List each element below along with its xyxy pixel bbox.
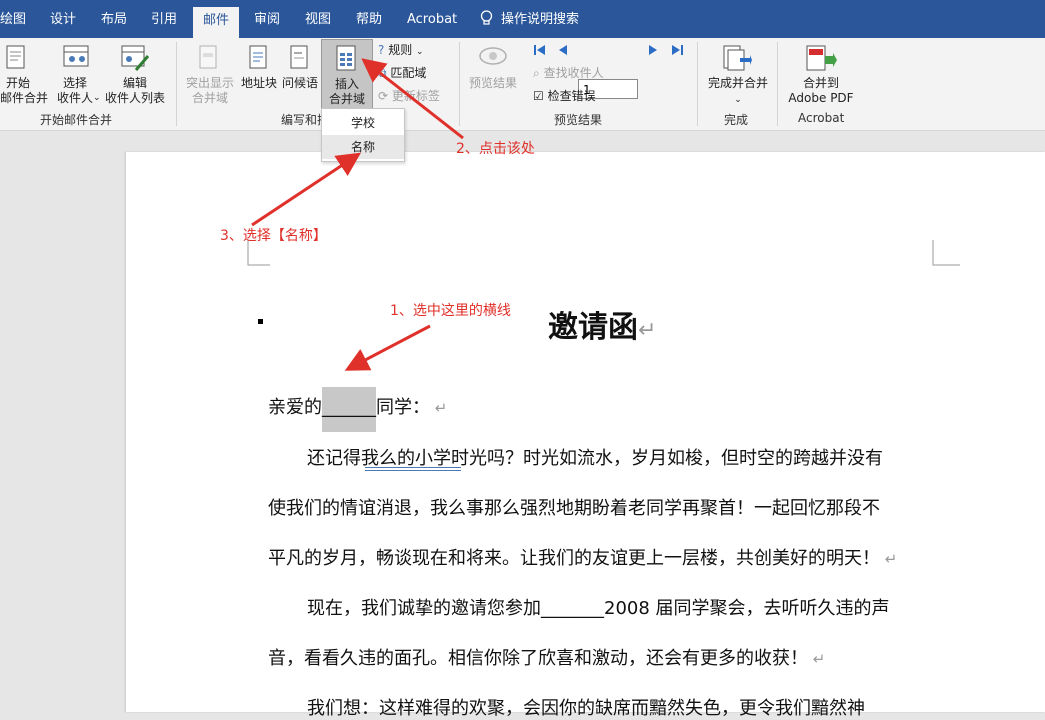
chevron-down-icon: ⌄ xyxy=(416,47,424,57)
find-icon: ⌕ xyxy=(533,66,540,80)
tab-references[interactable]: 引用 xyxy=(151,0,177,38)
highlight-fields-icon xyxy=(198,44,220,76)
paragraph-line: 我们想：这样难得的欢聚，会因你的缺席而黯然失色，更令我们黯然神 xyxy=(307,698,865,719)
chevron-down-icon: ⌄ xyxy=(93,93,101,103)
preview-results-icon xyxy=(478,44,508,74)
merge-field-dropdown: 学校 名称 xyxy=(321,108,405,162)
tab-view[interactable]: 视图 xyxy=(305,0,331,38)
paragraph-line: 音，看看久违的面孔。相信你除了欣喜和激动，还会有更多的收获！ ↵ xyxy=(268,648,826,669)
group-label-start: 开始邮件合并 xyxy=(40,113,113,127)
paragraph-line: 平凡的岁月，畅谈现在和将来。让我们的友谊更上一层楼，共创美好的明天！ ↵ xyxy=(268,548,898,569)
document-title: 邀请函↵ xyxy=(548,310,657,345)
lightbulb-icon xyxy=(480,0,493,40)
match-fields-button[interactable]: ⧉ 匹配域 xyxy=(378,66,426,81)
select-recipients-icon xyxy=(62,44,92,78)
preview-results-button[interactable]: 预览结果 xyxy=(466,76,520,91)
ribbon-tab-bar: 绘图 设计 布局 引用 邮件 审阅 视图 帮助 Acrobat 操作说明搜索 xyxy=(0,0,1045,38)
annotation-step1: 1、选中这里的横线 xyxy=(390,303,511,319)
salutation-line: 亲爱的______同学： ↵ xyxy=(268,387,447,432)
edit-recipients-icon xyxy=(120,44,150,78)
merge-field-icon xyxy=(334,44,360,78)
rules-icon: ? xyxy=(378,43,385,57)
dropdown-item-school[interactable]: 学校 xyxy=(322,111,404,135)
chevron-down-icon: ⌄ xyxy=(734,95,742,105)
start-merge-icon xyxy=(4,44,30,78)
check-errors-button[interactable]: ☑ 检查错误 xyxy=(533,89,596,104)
mailings-ribbon: 开始 邮件合并 选择 收件人 ⌄ 编辑 收件人列表 开始邮件合并 突出显示 合并… xyxy=(0,38,1045,131)
group-separator xyxy=(459,42,460,126)
address-block-icon xyxy=(248,44,270,76)
group-separator xyxy=(777,42,778,126)
insert-merge-field-button[interactable]: 插入 合并域 xyxy=(321,39,373,109)
selected-blank[interactable]: ______ xyxy=(322,387,376,432)
tab-draw[interactable]: 绘图 xyxy=(0,0,26,38)
greeting-line-button[interactable]: 问候语 xyxy=(281,76,319,91)
list-bullet xyxy=(258,319,263,324)
dropdown-item-name[interactable]: 名称 xyxy=(322,135,404,159)
paragraph-line: 现在，我们诚挚的邀请您参加_______2008 届同学聚会，去听听久违的声 xyxy=(307,598,890,619)
tab-acrobat[interactable]: Acrobat xyxy=(407,0,457,38)
first-record-icon[interactable] xyxy=(533,42,547,61)
tab-mailings[interactable]: 邮件 xyxy=(193,7,240,38)
annotation-step2: 2、点击该处 xyxy=(456,141,535,157)
match-fields-icon: ⧉ xyxy=(378,66,387,80)
tab-layout[interactable]: 布局 xyxy=(101,0,127,38)
update-labels-icon: ⟳ xyxy=(378,89,389,103)
greeting-line-icon xyxy=(289,44,311,76)
group-label-finish: 完成 xyxy=(724,113,749,127)
finish-merge-icon xyxy=(722,44,752,78)
adobe-pdf-icon xyxy=(805,44,837,78)
tab-review[interactable]: 审阅 xyxy=(254,0,280,38)
next-record-icon[interactable] xyxy=(647,42,659,61)
group-separator xyxy=(176,42,177,126)
highlight-fields-button[interactable]: 突出显示 合并域 xyxy=(184,76,236,106)
edit-recipients-button[interactable]: 编辑 收件人列表 xyxy=(104,76,166,106)
paragraph-line: 使我们的情谊消退，我么事那么强烈地期盼着老同学再聚首！一起回忆那段不 xyxy=(268,498,880,519)
tell-me-search[interactable]: 操作说明搜索 xyxy=(480,0,579,38)
check-errors-icon: ☑ xyxy=(533,89,544,103)
rules-button[interactable]: ? 规则 ⌄ xyxy=(378,43,424,60)
insert-merge-field-label: 插入 合并域 xyxy=(328,77,365,106)
find-recipient-button[interactable]: ⌕ 查找收件人 xyxy=(533,66,604,81)
update-labels-button[interactable]: ⟳ 更新标签 xyxy=(378,89,440,104)
tab-design[interactable]: 设计 xyxy=(50,0,76,38)
last-record-icon[interactable] xyxy=(670,42,684,61)
merge-to-pdf-button[interactable]: 合并到 Adobe PDF xyxy=(784,76,858,106)
tab-help[interactable]: 帮助 xyxy=(356,0,382,38)
previous-record-icon[interactable] xyxy=(557,42,569,61)
start-merge-button[interactable]: 开始 邮件合并 xyxy=(0,76,48,106)
group-separator xyxy=(697,42,698,126)
group-label-acrobat: Acrobat xyxy=(798,111,845,125)
finish-merge-button[interactable]: 完成并合并 ⌄ xyxy=(704,76,772,108)
annotation-step3: 3、选择【名称】 xyxy=(220,228,327,244)
group-label-preview: 预览结果 xyxy=(554,113,603,127)
grammar-underline xyxy=(365,467,461,471)
address-block-button[interactable]: 地址块 xyxy=(240,76,278,91)
